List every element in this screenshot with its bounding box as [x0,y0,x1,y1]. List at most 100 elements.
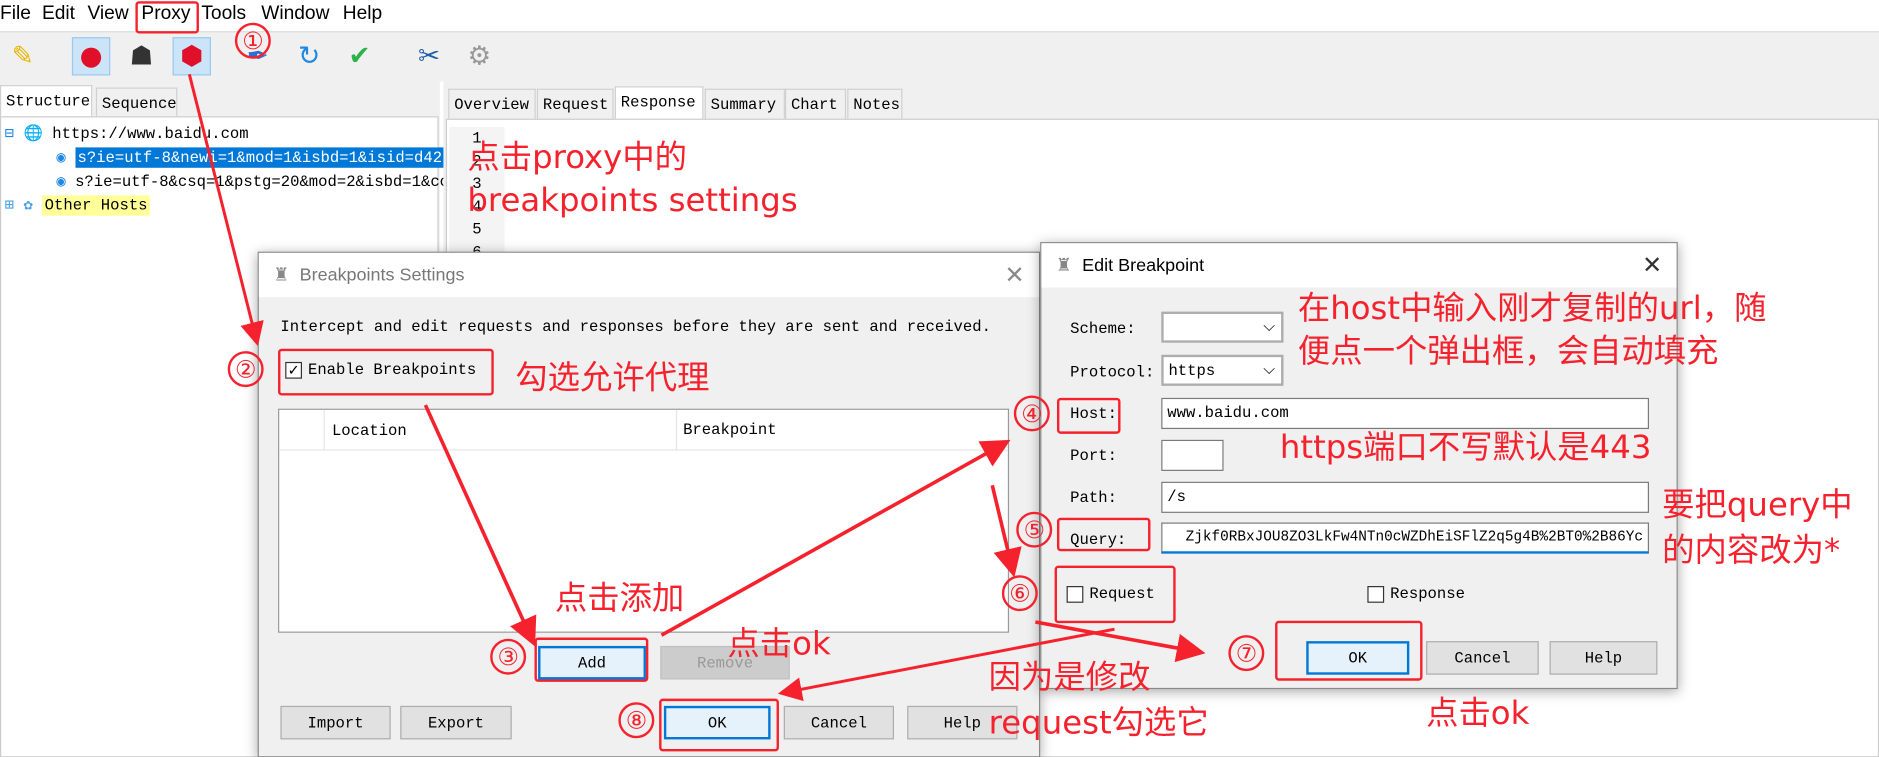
annotation-text: request勾选它 [988,704,1209,742]
query-input[interactable]: Zjkf0RBxJOU8ZO3LkFw4NTn0cWZDhEiSFlZ2q5g4… [1161,522,1649,554]
line-number: 5 [472,220,482,239]
highlight-ok [659,698,779,752]
scheme-select[interactable]: ⌵ [1161,311,1284,343]
scheme-label: Scheme: [1070,319,1136,338]
annotation-text: 的内容改为* [1662,532,1841,570]
tab-response[interactable]: Response [614,86,704,119]
column-breakpoint[interactable]: Breakpoint [683,421,776,439]
tree-host[interactable]: ⊟ 🌐 https://www.baidu.com [5,125,249,143]
title-text: Breakpoints Settings [299,264,465,286]
annotation-text: https端口不写默认是443 [1279,429,1652,467]
highlight-add [534,637,649,682]
annotation-text: 因为是修改 [988,659,1151,697]
protocol-select[interactable]: https ⌵ [1161,354,1284,386]
tree-item[interactable]: ◉ s?ie=utf-8&newi=1&mod=1&isbd=1&isid=d4… [56,147,445,168]
tab-overview[interactable]: Overview [448,88,536,119]
annotation-text: 点击ok [727,625,831,663]
annotation-text: 点击ok [1426,695,1530,733]
export-button[interactable]: Export [400,705,512,740]
charles-icon: ♜ [1055,255,1072,276]
tree-item[interactable]: ◉ s?ie=utf-8&csq=1&pstg=20&mod=2&isbd=1&… [56,173,449,191]
menu-edit[interactable]: Edit [42,4,75,26]
gear-icon[interactable]: ⚙ [460,37,498,75]
description: Intercept and edit requests and response… [280,317,991,336]
request-icon: ◉ [56,148,66,167]
item-label: s?ie=utf-8&newi=1&mod=1&isbd=1&isid=d42 [75,147,445,168]
annotation-text: 便点一个弹出框，会自动填充 [1297,333,1719,371]
column-location[interactable]: Location [332,422,407,440]
close-icon[interactable]: ✕ [1642,250,1662,279]
protocol-label: Protocol: [1070,363,1155,382]
annotation-text: breakpoints settings [467,182,798,220]
record-icon[interactable]: ● [71,37,111,76]
tab-notes[interactable]: Notes [847,88,903,119]
menu-bar: File Edit View Proxy Tools Window Help [0,0,1879,32]
tab-sequence[interactable]: Sequence [95,87,178,118]
highlight-proxy-menu [135,1,199,34]
tab-summary[interactable]: Summary [704,88,785,119]
host-input[interactable]: www.baidu.com [1161,397,1649,430]
menu-tools[interactable]: Tools [201,4,246,26]
highlight-enable [278,348,494,396]
step-3: ③ [490,638,527,675]
step-6: ⑥ [1001,575,1038,612]
chevron-down-icon: ⌵ [1263,360,1276,379]
globe-icon: ⊟ 🌐 [4,124,43,143]
request-icon: ◉ [56,172,66,191]
menu-help[interactable]: Help [343,4,382,26]
annotation-text: 在host中输入刚才复制的url，随 [1297,290,1767,328]
close-icon[interactable]: ✕ [1005,260,1025,289]
title-text: Edit Breakpoint [1082,255,1205,276]
highlight-query [1056,517,1151,552]
annotation-text: 勾选允许代理 [515,359,710,397]
cancel-button[interactable]: Cancel [1426,641,1539,675]
tab-request[interactable]: Request [536,88,614,119]
screen: File Edit View Proxy Tools Window Help ✎… [0,0,1879,757]
help-button[interactable]: Help [1549,641,1658,675]
menu-window[interactable]: Window [261,4,329,26]
menu-file[interactable]: File [0,4,31,26]
check-icon[interactable]: ✔ [340,37,378,75]
path-label: Path: [1070,488,1117,507]
breakpoints-settings-dialog: ♜ Breakpoints Settings ✕ Intercept and ed… [257,251,1041,757]
checkbox-unchecked-icon [1367,585,1385,603]
highlight-request [1054,565,1176,624]
dialog-title: ♜ Breakpoints Settings [258,252,1040,298]
other-hosts-label: Other Hosts [42,195,150,216]
cancel-button[interactable]: Cancel [783,705,895,740]
toolbar: ✎ ● ☗ ⬢ ✒ ↻ ✔ ✂ ⚙ [0,31,1879,82]
host-label: https://www.baidu.com [52,124,249,143]
step-4: ④ [1013,395,1050,432]
table-header: Location Breakpoint [279,409,1008,451]
annotation-text: 要把query中 [1662,486,1853,524]
path-input[interactable]: /s [1161,481,1649,513]
tab-structure[interactable]: Structure [0,85,93,118]
charles-icon: ♜ [273,264,290,286]
step-7: ⑦ [1228,635,1265,672]
highlight-edit-ok [1275,620,1423,681]
port-input[interactable] [1161,439,1224,471]
dialog-title: ♜ Edit Breakpoint [1041,243,1677,288]
turtle-icon[interactable]: ☗ [122,37,160,75]
step-5: ⑤ [1016,511,1053,548]
step-8: ⑧ [618,702,655,739]
chevron-down-icon: ⌵ [1263,317,1276,336]
menu-view[interactable]: View [87,4,128,26]
response-checkbox[interactable]: Response [1367,585,1465,603]
broom-icon[interactable]: ✎ [4,37,42,75]
tools-icon[interactable]: ✂ [410,37,448,75]
step-2: ② [227,351,264,388]
breakpoint-icon[interactable]: ⬢ [172,37,211,76]
hosts-icon: ⊞ ✿ [4,196,33,215]
annotation-text: 点击添加 [554,580,685,618]
tree-other-hosts[interactable]: ⊞ ✿ Other Hosts [4,195,150,216]
annotation-text: 点击proxy中的 [467,139,688,177]
port-label: Port: [1070,447,1117,465]
import-button[interactable]: Import [280,705,391,740]
tab-chart[interactable]: Chart [784,88,847,119]
checkbox-label: Response [1390,584,1465,603]
step-1: ① [234,22,271,59]
select-value: https [1168,361,1216,380]
refresh-icon[interactable]: ↻ [290,37,328,75]
highlight-host [1056,397,1121,434]
